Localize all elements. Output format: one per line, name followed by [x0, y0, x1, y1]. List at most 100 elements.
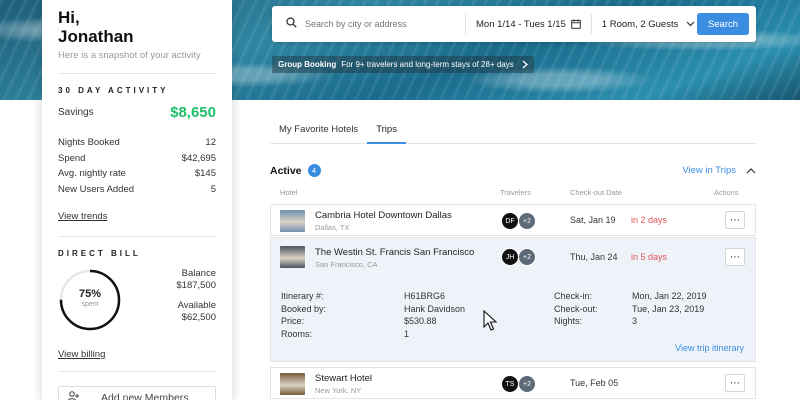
balance-label: Balance — [181, 268, 216, 279]
stat-row: Avg. nightly rate $145 — [58, 166, 216, 182]
hotel-thumbnail — [280, 246, 305, 268]
checkout-label: Check-out: — [554, 303, 598, 314]
nights-label: Nights: — [554, 316, 583, 326]
stat-value: 5 — [210, 183, 216, 195]
divider — [58, 73, 216, 74]
stat-label: New Users Added — [58, 183, 135, 195]
hotel-location: New York, NY — [315, 386, 362, 395]
savings-label: Savings — [58, 107, 94, 118]
guests-value: 1 Room, 2 Guests — [601, 18, 679, 30]
available-value: $62,500 — [181, 312, 216, 323]
mouse-cursor-icon — [483, 309, 499, 337]
stat-row: Spend $42,695 — [58, 151, 216, 167]
add-members-button[interactable]: Add new Members — [58, 386, 216, 400]
column-actions: Actions — [714, 188, 739, 197]
nights-value: 3 — [632, 316, 638, 326]
date-picker[interactable]: Mon 1/14 - Tues 1/15 — [476, 19, 581, 30]
more-actions-button[interactable]: ⋯ — [725, 374, 745, 392]
price-label: Price: — [281, 316, 305, 326]
rooms-label: Rooms: — [281, 328, 313, 339]
checkout-value: Tue, Jan 23, 2019 — [632, 303, 705, 314]
search-input[interactable] — [305, 19, 455, 29]
stat-value: 12 — [205, 137, 216, 148]
itinerary-value: H61BRG6 — [404, 291, 446, 301]
column-hotel: Hotel — [280, 188, 298, 197]
spend-percent-label: spent — [81, 301, 99, 308]
add-user-icon — [67, 391, 79, 400]
extra-travelers-badge: +2 — [518, 375, 536, 393]
hotel-thumbnail — [280, 210, 305, 232]
search-button[interactable]: Search — [697, 13, 749, 35]
view-trends-link[interactable]: View trends — [58, 211, 107, 222]
activity-title: 30 DAY ACTIVITY — [58, 86, 169, 95]
details-labels: Itinerary #: Booked by: Price: Rooms: — [281, 290, 326, 340]
trips-tabs: My Favorite Hotels Trips — [270, 120, 756, 144]
hotel-name: The Westin St. Francis San Francisco — [315, 247, 475, 258]
savings-row: Savings $8,650 — [58, 104, 216, 121]
bill-values: Balance $187,500 Available $62,500 — [176, 268, 216, 332]
trip-details-panel: Itinerary #: Booked by: Price: Rooms: H6… — [270, 277, 756, 362]
more-actions-button[interactable]: ⋯ — [725, 248, 745, 266]
greeting-subtitle: Here is a snapshot of your activity — [58, 50, 201, 61]
divider — [58, 371, 216, 372]
checkin-value: Mon, Jan 22, 2019 — [632, 291, 707, 301]
table-row[interactable]: Cambria Hotel Downtown Dallas Dallas, TX… — [270, 204, 756, 236]
booked-by-label: Booked by: — [281, 303, 327, 314]
chevron-up-icon[interactable] — [746, 167, 756, 174]
divider — [58, 236, 216, 237]
hotel-search-bar: Mon 1/14 - Tues 1/15 1 Room, 2 Guests Se… — [272, 6, 756, 42]
table-row[interactable]: The Westin St. Francis San Francisco San… — [270, 237, 756, 278]
stay-labels: Check-in: Check-out: Nights: — [554, 290, 598, 328]
hotel-location: Dallas, TX — [315, 223, 350, 232]
activity-sidebar: Hi, Jonathan Here is a snapshot of your … — [42, 0, 232, 400]
active-count-badge: 4 — [307, 164, 321, 177]
guests-select[interactable]: 1 Room, 2 Guests — [602, 19, 696, 30]
balance-value: $187,500 — [176, 280, 216, 291]
chevron-right-icon — [522, 60, 528, 69]
active-title: Active — [270, 164, 302, 177]
add-members-label: Add new Members — [101, 392, 189, 400]
avatar: JH — [501, 248, 519, 266]
price-value: $530.88 — [404, 316, 437, 326]
divider — [590, 14, 592, 34]
more-actions-button[interactable]: ⋯ — [725, 211, 745, 229]
stat-value: $145 — [194, 168, 216, 179]
details-values: H61BRG6 Hank Davidson $530.88 1 — [404, 290, 465, 340]
extra-travelers-badge: +2 — [518, 248, 536, 266]
extra-travelers-badge: +2 — [518, 212, 536, 230]
user-name: Jonathan — [58, 27, 134, 46]
table-row[interactable]: Stewart Hotel New York, NY TS +2 Tue, Fe… — [270, 367, 756, 399]
stat-row: Nights Booked 12 — [58, 135, 216, 151]
calendar-icon — [570, 19, 581, 29]
stat-label: Spend — [58, 152, 86, 164]
tab-favorite-hotels[interactable]: My Favorite Hotels — [270, 120, 367, 144]
due-status: in 2 days — [631, 215, 668, 225]
ellipsis-icon: ⋯ — [730, 377, 740, 389]
avatar: TS — [501, 375, 519, 393]
stay-values: Mon, Jan 22, 2019 Tue, Jan 23, 2019 3 — [632, 290, 707, 328]
checkout-date: Tue, Feb 05 — [570, 378, 619, 388]
tab-trips[interactable]: Trips — [367, 120, 406, 144]
checkout-date: Sat, Jan 19 — [570, 215, 616, 225]
checkout-date: Thu, Jan 24 — [570, 252, 618, 262]
itinerary-label: Itinerary #: — [281, 291, 324, 301]
activity-stats: Nights Booked 12 Spend $42,695 Avg. nigh… — [58, 135, 216, 197]
view-in-trips-link[interactable]: View in Trips — [682, 165, 736, 176]
available-label: Available — [177, 300, 216, 311]
trips-table-header: Hotel Travelers Check-out Date Actions — [270, 188, 756, 200]
group-booking-banner[interactable]: Group Booking For 9+ travelers and long-… — [272, 56, 534, 73]
chevron-down-icon — [686, 21, 695, 27]
stat-row: New Users Added 5 — [58, 182, 216, 198]
direct-bill-summary: 75% spent Balance $187,500 Available $62… — [58, 268, 216, 332]
rooms-value: 1 — [404, 328, 410, 339]
stat-label: Avg. nightly rate — [58, 168, 126, 179]
view-billing-link[interactable]: View billing — [58, 349, 105, 360]
direct-bill-title: DIRECT BILL — [58, 249, 141, 258]
view-trip-itinerary-link[interactable]: View trip itinerary — [675, 343, 744, 353]
hotel-location: San Francisco, CA — [315, 260, 378, 269]
ellipsis-icon: ⋯ — [730, 251, 740, 263]
savings-value: $8,650 — [170, 104, 216, 121]
hotel-name: Stewart Hotel — [315, 373, 373, 384]
divider — [465, 14, 466, 34]
column-checkout: Check-out Date — [570, 188, 623, 197]
